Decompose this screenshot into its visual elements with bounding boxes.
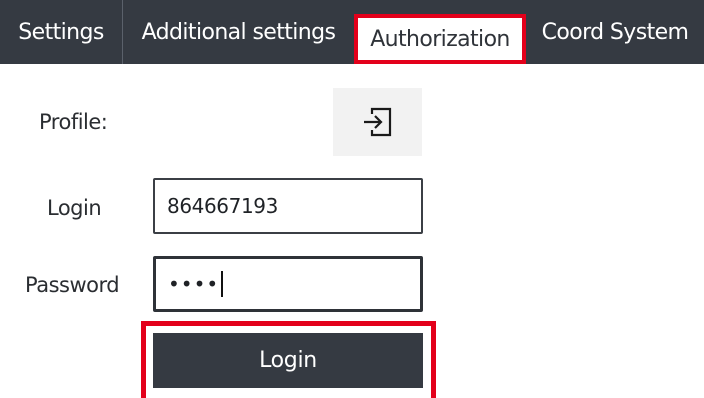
profile-login-button[interactable] [333,88,422,156]
tab-bar: Settings Additional settings Authorizati… [0,0,704,64]
login-input[interactable]: 864667193 [153,178,423,234]
password-input-value: •••• [168,272,220,296]
tab-settings[interactable]: Settings [0,0,122,64]
tab-authorization-label: Authorization [370,26,510,52]
tab-settings-label: Settings [18,19,104,45]
login-arrow-icon [363,107,391,137]
password-label: Password [25,273,120,297]
authorization-panel: Settings Additional settings Authorizati… [0,0,704,398]
tab-coord-system[interactable]: Coord System [526,0,704,64]
tab-additional-settings[interactable]: Additional settings [123,0,354,64]
profile-label: Profile: [39,110,108,134]
tab-coord-system-label: Coord System [541,19,689,45]
tab-additional-settings-label: Additional settings [141,19,336,45]
text-caret [221,271,224,297]
password-input[interactable]: •••• [153,256,423,312]
login-input-value: 864667193 [167,194,278,218]
login-label: Login [47,196,102,220]
tab-authorization[interactable]: Authorization [354,14,526,64]
login-button[interactable]: Login [153,333,423,388]
login-button-label: Login [259,348,317,373]
